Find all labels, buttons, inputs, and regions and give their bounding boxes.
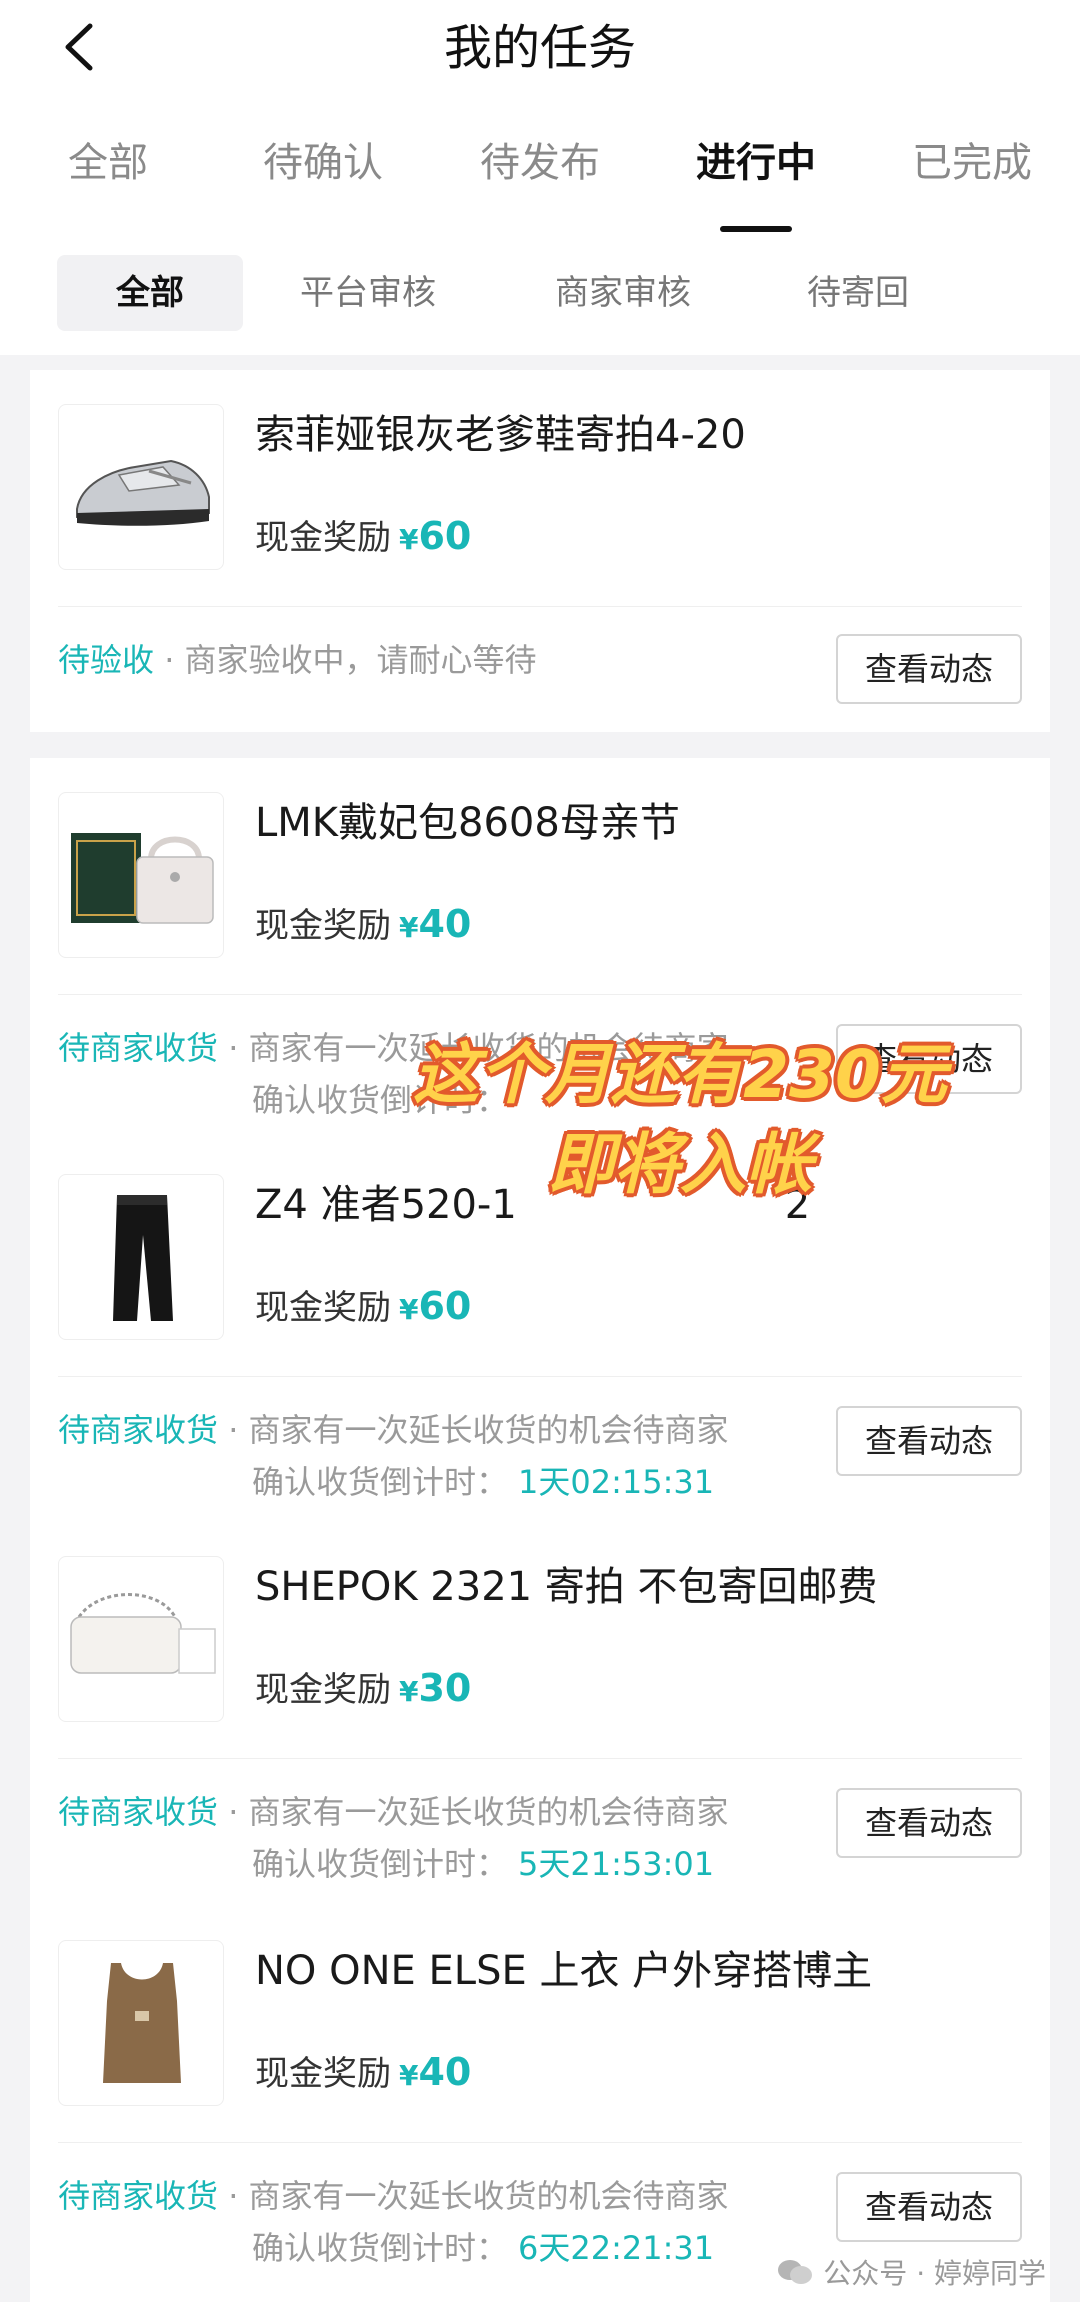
task-title[interactable]: 索菲娅银灰老爹鞋寄拍4-20	[255, 402, 746, 460]
subtab-all[interactable]: 全部	[57, 255, 243, 331]
tab-in-progress[interactable]: 进行中	[696, 130, 816, 188]
currency-symbol: ¥	[399, 523, 419, 556]
reward-value: 60	[418, 514, 472, 558]
active-tab-indicator	[720, 226, 792, 232]
reward-value: 30	[418, 1666, 472, 1710]
countdown-timer: 6天22:21:31	[518, 2229, 715, 2267]
reward-label: 现金奖励	[255, 518, 391, 558]
subtab-platform-review[interactable]: 平台审核	[280, 255, 456, 331]
view-activity-button[interactable]: 查看动态	[836, 1406, 1022, 1476]
currency-symbol: ¥	[399, 1675, 419, 1708]
task-status: 待商家收货 · 商家有一次延长收货的机会待商家 确认收货倒计时： 1天02:15:…	[58, 1405, 798, 1503]
task-title[interactable]: LMK戴妃包8608母亲节	[255, 790, 680, 848]
reward: 现金奖励 ¥30	[255, 1662, 471, 1711]
reward-amount: ¥40	[399, 902, 471, 946]
promo-overlay-text: 这个月还有230元 即将入帐	[320, 1030, 1040, 1210]
watermark-text: 公众号 · 婷婷同学	[823, 2257, 1046, 2290]
divider	[58, 1758, 1022, 1759]
task-title[interactable]: NO ONE ELSE 上衣 户外穿搭博主	[255, 1938, 872, 1996]
status-tag: 待商家收货	[58, 2177, 219, 2215]
subtab-merchant-review[interactable]: 商家审核	[535, 255, 711, 331]
overlay-line-2: 即将入帐	[548, 1126, 812, 1203]
page-title: 我的任务	[443, 20, 636, 76]
status-description: · 商家有一次延长收货的机会待商家	[218, 1411, 729, 1449]
subtab-pending-return[interactable]: 待寄回	[770, 255, 946, 331]
tab-all[interactable]: 全部	[68, 130, 148, 188]
countdown-label: 确认收货倒计时：	[252, 2229, 509, 2267]
currency-symbol: ¥	[399, 911, 419, 944]
status-tag: 待商家收货	[58, 1793, 219, 1831]
task-title[interactable]: SHEPOK 2321 寄拍 不包寄回邮费	[255, 1554, 878, 1612]
view-activity-button[interactable]: 查看动态	[836, 634, 1022, 704]
status-description: · 商家有一次延长收货的机会待商家	[218, 2177, 729, 2215]
status-description: · 商家验收中，请耐心等待	[154, 641, 537, 679]
reward-amount: ¥30	[399, 1666, 471, 1710]
reward-label: 现金奖励	[255, 1288, 391, 1328]
divider	[58, 2142, 1022, 2143]
divider	[58, 606, 1022, 607]
divider	[58, 1376, 1022, 1377]
page: 我的任务 全部 待确认 待发布 进行中 已完成 全部 平台审核 商家审核 待寄回	[0, 0, 1080, 2302]
reward-label: 现金奖励	[255, 1670, 391, 1710]
sneaker-image	[76, 459, 210, 526]
view-activity-button[interactable]: 查看动态	[836, 1788, 1022, 1858]
watermark: 公众号 · 婷婷同学	[775, 2252, 1046, 2292]
task-thumbnail[interactable]	[58, 792, 224, 958]
status-description: · 商家有一次延长收货的机会待商家	[218, 1793, 729, 1831]
task-status: 待商家收货 · 商家有一次延长收货的机会待商家 确认收货倒计时： 6天22:21:…	[58, 2171, 798, 2269]
status-tag: 待商家收货	[58, 1411, 219, 1449]
task-card: NO ONE ELSE 上衣 户外穿搭博主 现金奖励 ¥40 待商家收货 · 商家…	[30, 1906, 1050, 2286]
overlay-line-1: 这个月还有230元	[413, 1036, 947, 1113]
filter-subtabs: 全部 平台审核 商家审核 待寄回	[0, 255, 1080, 331]
reward-amount: ¥60	[399, 514, 471, 558]
reward-label: 现金奖励	[255, 906, 391, 946]
view-activity-button[interactable]: 查看动态	[836, 2172, 1022, 2242]
reward-value: 40	[418, 2050, 472, 2094]
task-status: 待商家收货 · 商家有一次延长收货的机会待商家 确认收货倒计时： 5天21:53:…	[58, 1787, 798, 1885]
top-header: 我的任务 全部 待确认 待发布 进行中 已完成 全部 平台审核 商家审核 待寄回	[0, 0, 1080, 355]
tab-pending-publish[interactable]: 待发布	[480, 130, 600, 188]
pants-image	[113, 1195, 173, 1321]
countdown-timer: 1天02:15:31	[518, 1463, 715, 1501]
divider	[58, 994, 1022, 995]
task-card: 索菲娅银灰老爹鞋寄拍4-20 现金奖励 ¥60 待验收 · 商家验收中，请耐心等待…	[30, 370, 1050, 750]
tank-top-image	[103, 1963, 181, 2083]
reward-amount: ¥60	[399, 1284, 471, 1328]
task-thumbnail[interactable]	[58, 404, 224, 570]
reward-value: 60	[418, 1284, 472, 1328]
reward-amount: ¥40	[399, 2050, 471, 2094]
task-thumbnail[interactable]	[58, 1174, 224, 1340]
wechat-icon	[778, 2260, 813, 2284]
tab-completed[interactable]: 已完成	[912, 130, 1032, 188]
countdown-label: 确认收货倒计时：	[252, 1463, 509, 1501]
reward-label: 现金奖励	[255, 2054, 391, 2094]
reward: 现金奖励 ¥60	[255, 510, 471, 559]
currency-symbol: ¥	[399, 1293, 419, 1326]
reward: 现金奖励 ¥40	[255, 2046, 471, 2095]
countdown-label: 确认收货倒计时：	[252, 1845, 509, 1883]
chain-bag-image	[70, 1593, 216, 1674]
tab-pending-confirm[interactable]: 待确认	[263, 130, 383, 188]
task-thumbnail[interactable]	[58, 1940, 224, 2106]
task-thumbnail[interactable]	[58, 1556, 224, 1722]
reward-value: 40	[418, 902, 472, 946]
task-card: SHEPOK 2321 寄拍 不包寄回邮费 现金奖励 ¥30 待商家收货 · 商家…	[30, 1522, 1050, 1902]
status-tabs: 全部 待确认 待发布 进行中 已完成	[0, 130, 1080, 232]
status-tag: 待验收	[58, 641, 155, 679]
reward: 现金奖励 ¥40	[255, 898, 471, 947]
currency-symbol: ¥	[399, 2059, 419, 2092]
task-status: 待验收 · 商家验收中，请耐心等待	[58, 635, 798, 681]
countdown-timer: 5天21:53:01	[518, 1845, 715, 1883]
status-tag: 待商家收货	[58, 1029, 219, 1067]
reward: 现金奖励 ¥60	[255, 1280, 471, 1329]
handbag-image	[71, 833, 214, 924]
